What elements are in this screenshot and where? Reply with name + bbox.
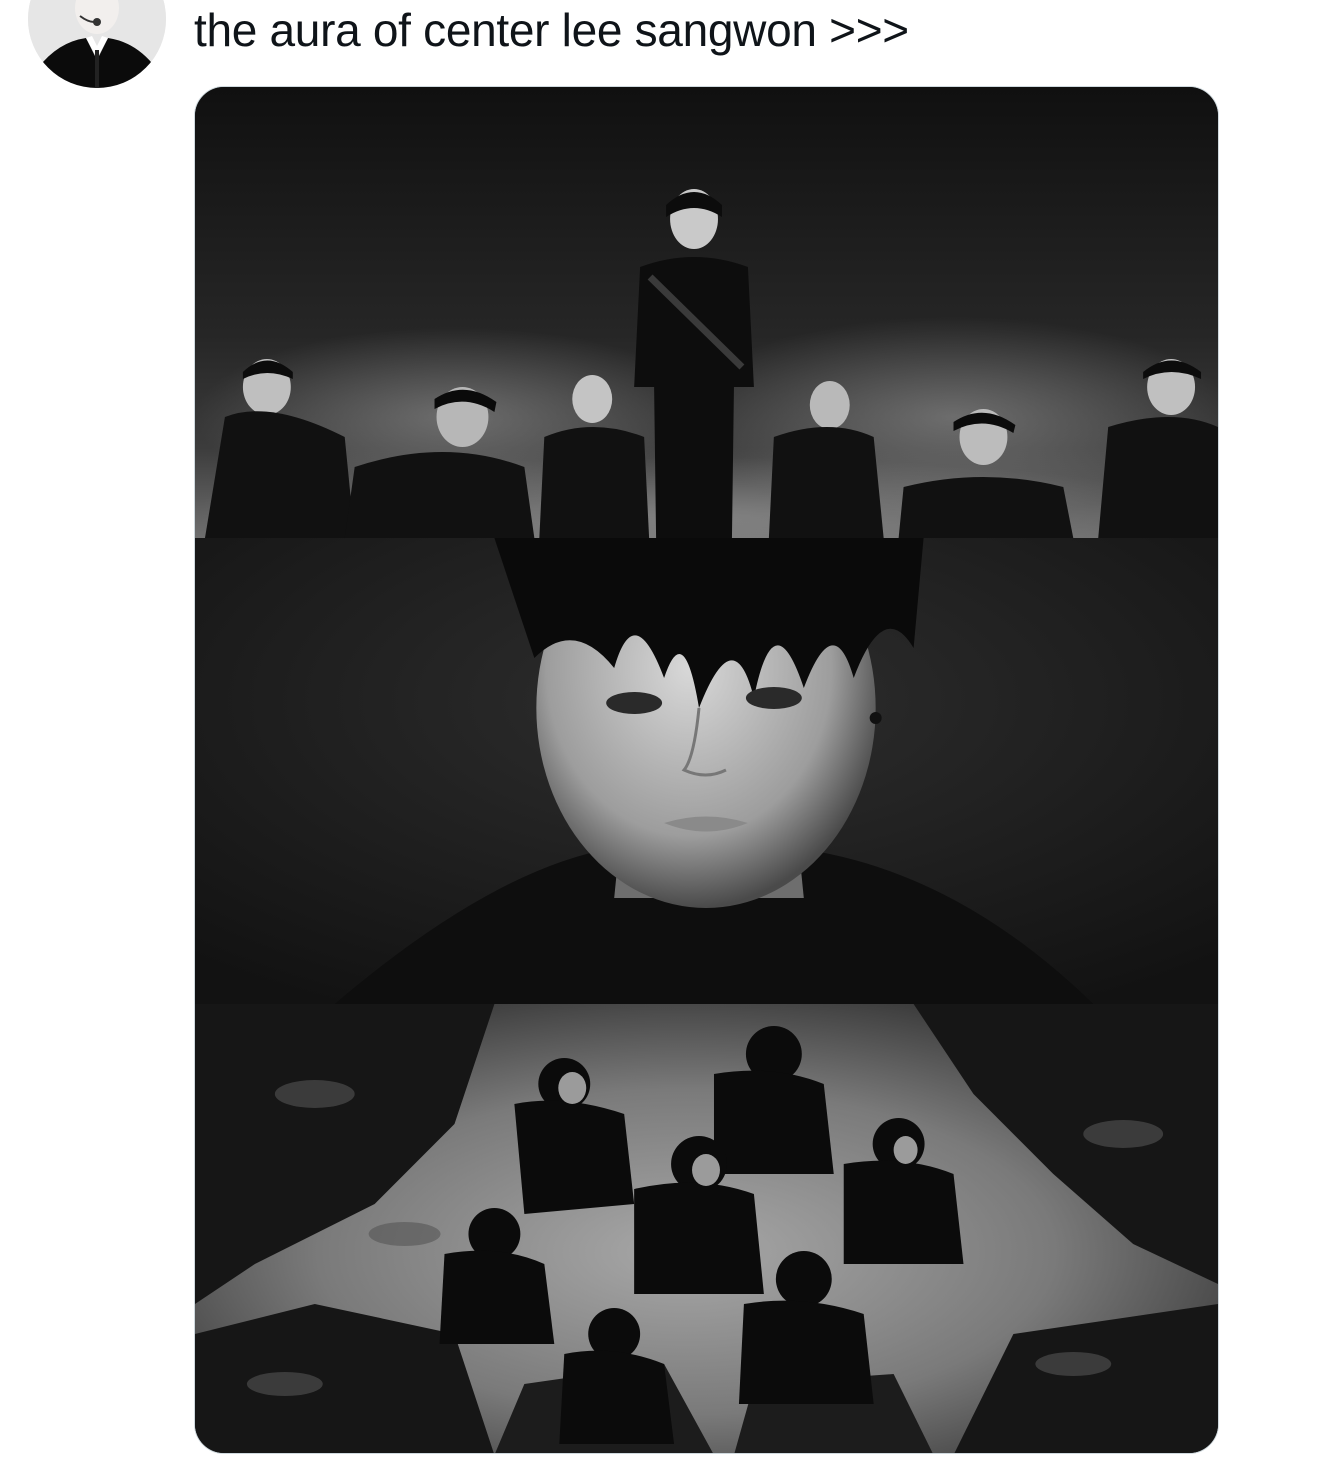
tweet-text: the aura of center lee sangwon >>> bbox=[194, 4, 909, 56]
profile-avatar-icon bbox=[28, 0, 166, 88]
group-formation-photo bbox=[195, 87, 1218, 538]
tweet-media-image[interactable] bbox=[194, 86, 1219, 1454]
overhead-crowd-photo bbox=[195, 1004, 1218, 1453]
tweet: the aura of center lee sangwon >>> bbox=[0, 0, 1320, 1473]
closeup-portrait-photo bbox=[195, 538, 1218, 1004]
profile-avatar[interactable] bbox=[28, 0, 166, 88]
closeup-portrait-panel bbox=[195, 538, 1218, 1004]
group-formation-panel bbox=[195, 87, 1218, 538]
overhead-crowd-panel bbox=[195, 1004, 1218, 1453]
